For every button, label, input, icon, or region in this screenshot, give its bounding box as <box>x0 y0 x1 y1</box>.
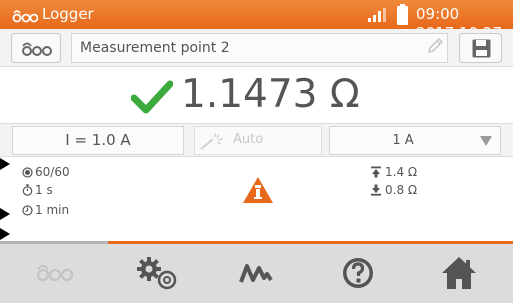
count-icon <box>22 167 33 178</box>
upper-limit-icon <box>371 166 381 178</box>
count-value: 60/60 <box>35 165 70 179</box>
count-row: 60/60 <box>22 164 70 180</box>
parameters-row: I = 1.0 A Auto 1 A <box>0 123 513 157</box>
tab-measurement-points[interactable] <box>0 244 102 303</box>
pointer-arrow <box>0 228 10 240</box>
measurement-point-button[interactable] <box>11 33 61 63</box>
tab-graph[interactable] <box>204 244 306 303</box>
clock-icon <box>22 205 33 216</box>
battery-icon <box>397 4 408 25</box>
auto-label: Auto <box>233 132 264 147</box>
checkmark-icon <box>131 80 173 114</box>
logger-icon <box>36 265 74 282</box>
help-icon <box>343 258 373 288</box>
pointer-arrow <box>0 208 10 220</box>
status-bar: Logger 09:00 2017.10.27 <box>0 0 513 42</box>
tab-home[interactable] <box>408 244 510 303</box>
pencil-icon[interactable] <box>426 37 444 55</box>
app-title: Logger <box>42 5 94 23</box>
bottom-tab-bar <box>0 244 513 303</box>
range-dropdown[interactable]: 1 A <box>329 126 501 155</box>
tab-help[interactable] <box>306 244 408 303</box>
auto-measure-icon <box>200 133 224 150</box>
current-setting[interactable]: I = 1.0 A <box>12 126 184 155</box>
pointer-arrow <box>0 158 10 170</box>
upper-limit-value: 1.4 Ω <box>385 165 418 179</box>
logger-icon <box>12 10 38 23</box>
lower-limit-icon <box>371 184 381 196</box>
info-panel: 60/60 1 s 1 min 1.4 Ω 0.8 Ω <box>0 157 513 241</box>
floppy-disk-icon <box>472 39 491 58</box>
duration-row: 1 min <box>22 202 69 218</box>
lower-limit-value: 0.8 Ω <box>385 183 418 197</box>
gears-icon <box>137 257 177 290</box>
tab-settings[interactable] <box>102 244 204 303</box>
save-button[interactable] <box>459 33 502 63</box>
signal-icon <box>368 8 386 22</box>
graph-icon <box>239 264 273 283</box>
range-value: 1 A <box>392 133 414 148</box>
measurement-point-bar: Measurement point 2 <box>0 29 513 67</box>
result-panel: 1.1473 Ω <box>0 67 513 123</box>
time-value: 1 s <box>35 183 53 197</box>
logger-icon <box>22 42 52 56</box>
measurement-point-label: Measurement point 2 <box>80 40 230 56</box>
measurement-value: 1.1473 Ω <box>181 72 360 117</box>
home-icon <box>442 257 476 289</box>
dropdown-arrow-icon <box>480 136 492 146</box>
lower-limit-row: 0.8 Ω <box>370 182 417 198</box>
auto-button[interactable]: Auto <box>194 126 322 155</box>
duration-value: 1 min <box>35 203 70 217</box>
measurement-point-name[interactable]: Measurement point 2 <box>71 33 448 63</box>
time-row: 1 s <box>22 182 53 198</box>
upper-limit-row: 1.4 Ω <box>370 164 417 180</box>
stopwatch-icon <box>22 184 33 196</box>
warning-icon <box>243 177 273 203</box>
